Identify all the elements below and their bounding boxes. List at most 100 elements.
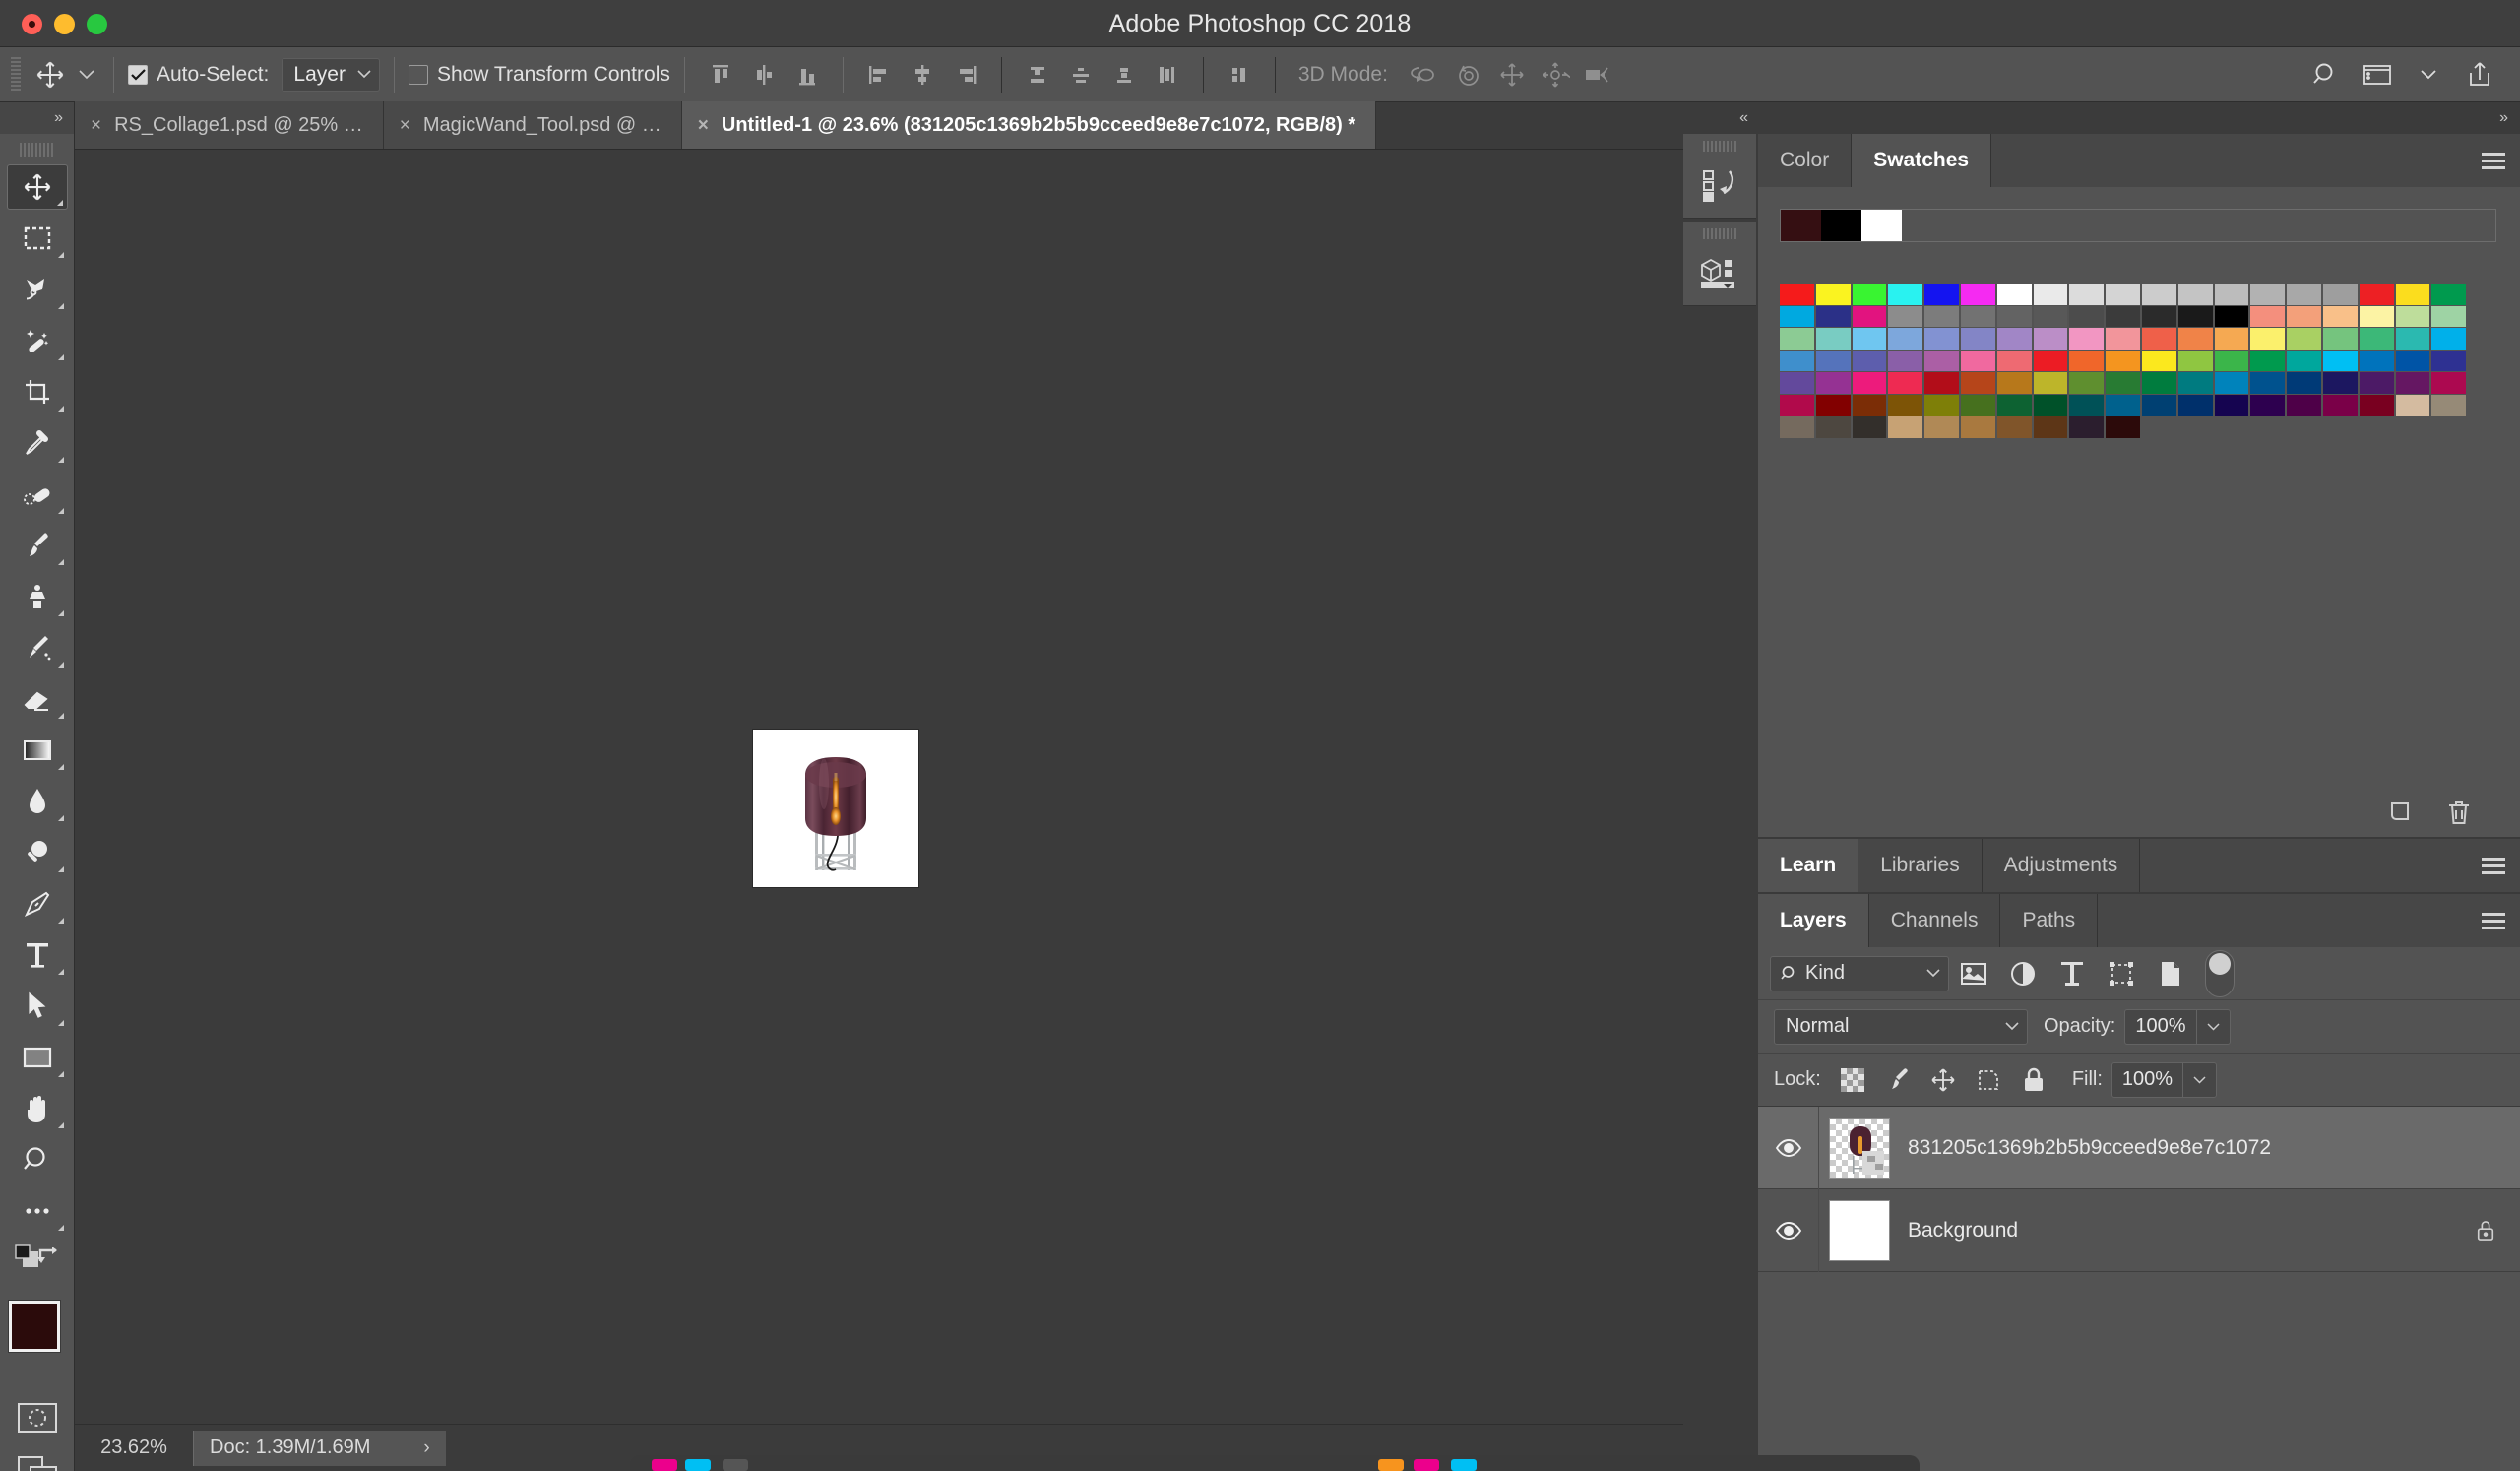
quick-mask-mode-button[interactable] (7, 1395, 68, 1440)
lock-all-icon[interactable] (2011, 1058, 2056, 1102)
crop-tool[interactable] (7, 369, 68, 415)
color-swatch[interactable] (1815, 350, 1851, 371)
close-tab-icon[interactable]: × (698, 116, 709, 135)
color-swatch[interactable] (1780, 372, 1814, 394)
color-swatch[interactable] (1960, 305, 1995, 327)
lock-position-icon[interactable] (1921, 1058, 1966, 1102)
align-bottom-edges-icon[interactable] (786, 55, 829, 95)
color-swatch[interactable] (2214, 394, 2249, 416)
layers-panel-menu-button[interactable] (2467, 894, 2520, 947)
toolbar-grip[interactable] (19, 139, 55, 160)
color-swatch[interactable] (2359, 328, 2394, 350)
artboard[interactable] (753, 730, 918, 887)
color-swatch[interactable] (1924, 305, 1959, 327)
color-swatch[interactable] (1996, 328, 2032, 350)
color-swatch[interactable] (2177, 372, 2213, 394)
color-swatch[interactable] (2322, 328, 2358, 350)
color-swatch[interactable] (2431, 350, 2467, 371)
clone-stamp-tool[interactable] (7, 574, 68, 619)
color-swatch[interactable] (2033, 305, 2068, 327)
color-swatch[interactable] (2069, 394, 2105, 416)
color-swatch[interactable] (2069, 350, 2105, 371)
tool-preset-chevron-down-icon[interactable] (74, 55, 99, 95)
screen-mode-button[interactable] (7, 1448, 68, 1471)
color-swatch[interactable] (2106, 284, 2140, 305)
align-right-edges-icon[interactable] (944, 55, 987, 95)
color-swatch[interactable] (1960, 372, 1995, 394)
3d-orbit-icon[interactable] (1404, 55, 1447, 95)
color-swatch[interactable] (1996, 305, 2032, 327)
fill-field[interactable]: 100% (2110, 1061, 2218, 1098)
zoom-tool[interactable] (7, 1137, 68, 1183)
color-swatch[interactable] (2395, 372, 2430, 394)
color-swatch[interactable] (1852, 394, 1887, 416)
color-swatch[interactable] (1888, 416, 1923, 438)
color-swatch[interactable] (1780, 305, 1814, 327)
color-swatch[interactable] (1852, 350, 1887, 371)
color-swatch[interactable] (2177, 350, 2213, 371)
color-swatch[interactable] (2395, 350, 2430, 371)
tab-swatches[interactable]: Swatches (1852, 134, 1992, 187)
workspace-chevron-down-icon[interactable] (2406, 53, 2451, 96)
color-swatch[interactable] (2106, 372, 2140, 394)
color-swatch[interactable] (1888, 350, 1923, 371)
layer-visibility-toggle[interactable] (1758, 1188, 1819, 1272)
align-horizontal-centers-icon[interactable] (901, 55, 944, 95)
color-swatch[interactable] (2033, 416, 2068, 438)
color-swatch[interactable] (1888, 328, 1923, 350)
move-tool[interactable] (6, 164, 68, 210)
color-swatch[interactable] (2106, 416, 2140, 438)
zoom-level[interactable]: 23.62% (75, 1425, 193, 1471)
opacity-field[interactable]: 100% (2124, 1008, 2231, 1045)
new-swatch-icon[interactable] (2386, 798, 2418, 829)
history-panel-button[interactable] (1683, 134, 1756, 219)
color-swatch[interactable] (2250, 305, 2286, 327)
status-expand-icon[interactable]: › (423, 1438, 429, 1459)
color-swatch[interactable] (2287, 328, 2321, 350)
color-swatch[interactable] (2431, 305, 2467, 327)
color-swatch[interactable] (2287, 394, 2321, 416)
lock-image-pixels-icon[interactable] (1875, 1058, 1921, 1102)
color-swatch[interactable] (2033, 350, 2068, 371)
color-swatch[interactable] (2250, 328, 2286, 350)
close-tab-icon[interactable]: × (400, 116, 410, 135)
color-swatch[interactable] (2141, 328, 2176, 350)
eyedropper-tool[interactable] (7, 420, 68, 466)
swatches-panel-menu-button[interactable] (2467, 134, 2520, 187)
layer-thumbnail-cell[interactable] (1819, 1199, 1900, 1261)
tab-learn[interactable]: Learn (1758, 839, 1859, 892)
color-swatch[interactable] (1815, 284, 1851, 305)
color-swatch[interactable] (2250, 394, 2286, 416)
3d-pan-icon[interactable] (1490, 55, 1534, 95)
color-swatch[interactable] (2359, 284, 2394, 305)
color-swatch[interactable] (2322, 372, 2358, 394)
color-swatch[interactable] (2214, 372, 2249, 394)
color-swatch[interactable] (2395, 305, 2430, 327)
color-swatch[interactable] (2359, 372, 2394, 394)
tab-layers[interactable]: Layers (1758, 894, 1869, 947)
color-swatch[interactable] (2069, 328, 2105, 350)
dodge-tool[interactable] (7, 830, 68, 875)
path-selection-tool[interactable] (7, 984, 68, 1029)
color-swatch[interactable] (2033, 284, 2068, 305)
color-swatch[interactable] (2141, 350, 2176, 371)
pen-tool[interactable] (7, 881, 68, 927)
layer-visibility-toggle[interactable] (1758, 1106, 1819, 1189)
3d-camera-icon[interactable] (1577, 55, 1620, 95)
color-swatch[interactable] (2431, 394, 2467, 416)
color-swatch[interactable] (1852, 416, 1887, 438)
color-swatch[interactable] (2322, 284, 2358, 305)
color-swatch[interactable] (2214, 305, 2249, 327)
blur-tool[interactable] (7, 779, 68, 824)
move-tool-icon[interactable] (27, 55, 74, 95)
toolbar-collapse-button[interactable]: » (0, 102, 74, 134)
horizontal-type-tool[interactable] (7, 932, 68, 978)
color-swatch[interactable] (1960, 416, 1995, 438)
workspace-icon[interactable] (2355, 53, 2400, 96)
color-swatch[interactable] (1960, 328, 1995, 350)
color-swatch[interactable] (1888, 394, 1923, 416)
color-swatch[interactable] (1815, 372, 1851, 394)
color-swatch[interactable] (2106, 328, 2140, 350)
distribute-horizontal-centers-icon[interactable] (1218, 55, 1261, 95)
collapse-panels-button[interactable]: » (1758, 102, 2520, 134)
